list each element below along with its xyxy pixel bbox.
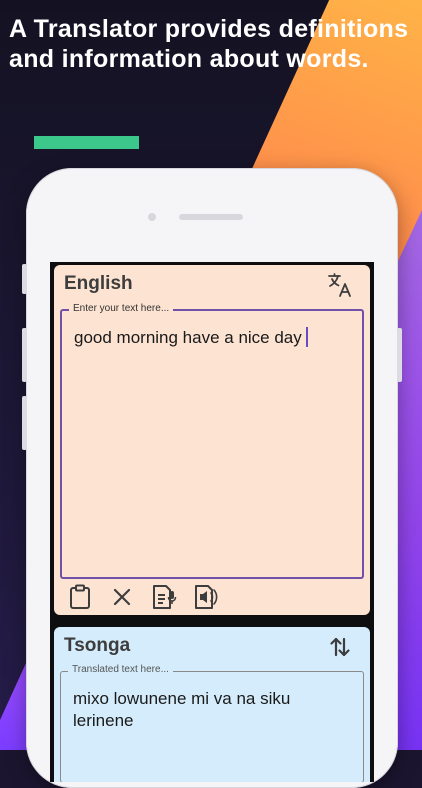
text-cursor xyxy=(305,327,308,347)
target-field-placeholder: Translated text here... xyxy=(68,664,173,675)
promo-headline: A Translator provides definitions and in… xyxy=(9,15,409,73)
phone-speaker xyxy=(179,214,243,220)
target-card: Tsonga Translated text here... mixo lowu… xyxy=(54,627,370,782)
phone-frame: English Enter your text here... good mor… xyxy=(22,168,402,788)
phone-volume-up xyxy=(22,328,27,382)
source-language-label[interactable]: English xyxy=(64,273,133,295)
target-text-field[interactable]: Translated text here... mixo lowunene mi… xyxy=(60,664,364,782)
source-toolbar xyxy=(66,583,220,611)
mic-icon[interactable] xyxy=(150,583,178,611)
source-field-placeholder: Enter your text here... xyxy=(69,303,174,314)
phone-power-button xyxy=(397,328,402,382)
source-text[interactable]: good morning have a nice day xyxy=(74,327,350,349)
translate-icon[interactable] xyxy=(326,271,354,299)
swap-icon[interactable] xyxy=(326,633,354,661)
source-text-value: good morning have a nice day xyxy=(74,328,302,347)
app-screen: English Enter your text here... good mor… xyxy=(50,262,374,782)
speaker-icon[interactable] xyxy=(192,583,220,611)
target-language-label[interactable]: Tsonga xyxy=(64,635,130,657)
source-text-field[interactable]: Enter your text here... good morning hav… xyxy=(60,303,364,579)
source-card: English Enter your text here... good mor… xyxy=(54,265,370,615)
clipboard-icon[interactable] xyxy=(66,583,94,611)
phone-camera xyxy=(148,213,156,221)
translated-text: mixo lowunene mi va na siku lerinene xyxy=(73,689,291,730)
phone-volume-down xyxy=(22,396,27,450)
accent-bar xyxy=(34,136,139,149)
close-icon[interactable] xyxy=(108,583,136,611)
phone-mute-switch xyxy=(22,264,27,294)
